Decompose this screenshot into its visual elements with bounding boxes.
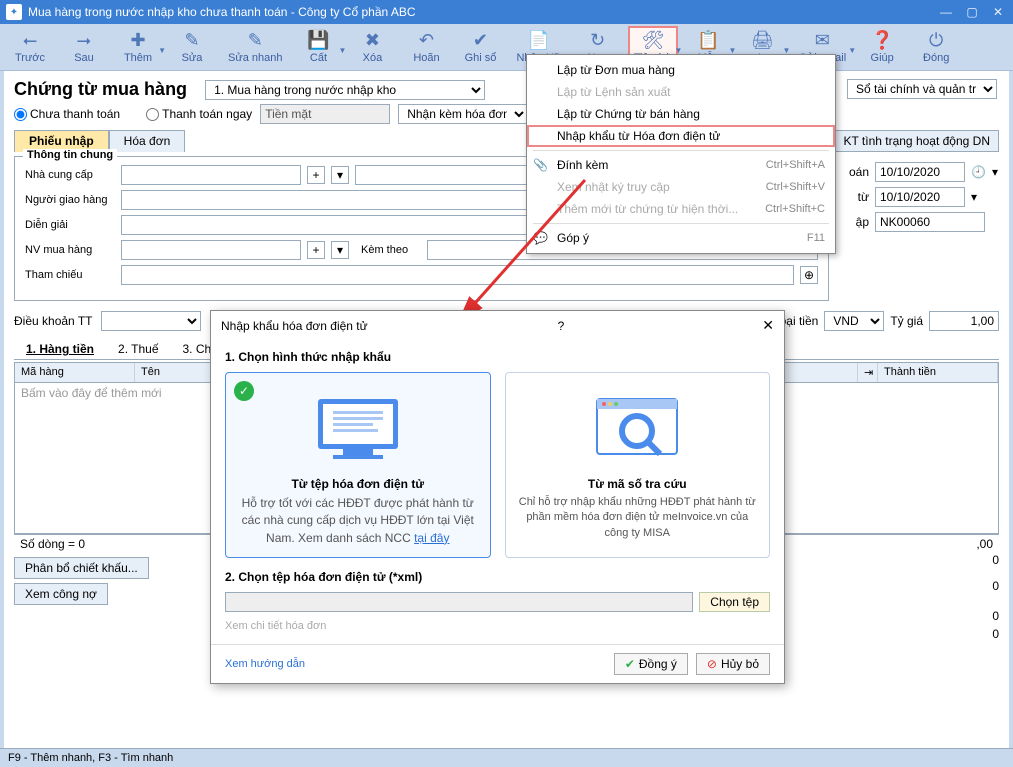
purchase-type-select[interactable]: 1. Mua hàng trong nước nhập kho bbox=[205, 80, 485, 100]
menu-item[interactable]: Nhập khẩu từ Hóa đơn điện tử bbox=[527, 125, 835, 147]
check-status-button[interactable]: KT tình trạng hoạt động DN bbox=[834, 130, 999, 152]
page-title: Chứng từ mua hàng bbox=[14, 79, 187, 100]
terms-label: Điều khoản TT bbox=[14, 314, 93, 328]
import-from-file-card[interactable]: ✓ Từ tệp hóa đơn điện tử Hỗ trợ tốt với … bbox=[225, 372, 491, 558]
toolbar-edit-button[interactable]: ✎Sửa bbox=[170, 28, 214, 66]
rowcount-label: Số dòng = 0 bbox=[20, 537, 85, 551]
currency-select[interactable]: VND bbox=[824, 311, 884, 331]
toolbar-next-button[interactable]: ⭢Sau bbox=[62, 28, 106, 66]
import-from-code-card[interactable]: Từ mã số tra cứu Chỉ hỗ trợ nhập khẩu nh… bbox=[505, 372, 771, 558]
window-title: Mua hàng trong nước nhập kho chưa thanh … bbox=[28, 5, 416, 19]
toolbar-cut-button[interactable]: 💾Cất▼ bbox=[296, 28, 340, 66]
reference-add-button[interactable]: ⊕ bbox=[800, 266, 818, 284]
cancel-button[interactable]: ⊘Hủy bỏ bbox=[696, 653, 770, 675]
utilities-menu: Lập từ Đơn mua hàngLập từ Lệnh sản xuấtL… bbox=[526, 54, 836, 254]
guide-link[interactable]: Xem hướng dẫn bbox=[225, 658, 305, 670]
supplier-dropdown[interactable]: ▾ bbox=[331, 166, 349, 184]
menu-item: Thêm mới từ chứng từ hiện thời...Ctrl+Sh… bbox=[527, 198, 835, 220]
terms-select[interactable] bbox=[101, 311, 201, 331]
check-icon: ✓ bbox=[234, 381, 254, 401]
rate-input[interactable] bbox=[929, 311, 999, 331]
view-detail-link[interactable]: Xem chi tiết hóa đơn bbox=[225, 620, 326, 632]
menu-item[interactable]: 📎Đính kèmCtrl+Shift+A bbox=[527, 154, 835, 176]
buyer-dropdown[interactable]: ▾ bbox=[331, 241, 349, 259]
voucher-date-input[interactable] bbox=[875, 187, 965, 207]
toolbar-undo-button[interactable]: ↶Hoãn bbox=[404, 28, 448, 66]
supplier-add-button[interactable]: + bbox=[307, 166, 325, 184]
maximize-button[interactable]: ▢ bbox=[963, 5, 981, 19]
reference-input[interactable] bbox=[121, 265, 794, 285]
buyer-add-button[interactable]: + bbox=[307, 241, 325, 259]
clock-icon[interactable]: 🕘 bbox=[971, 165, 986, 179]
paid-radio[interactable]: Thanh toán ngay bbox=[146, 107, 252, 121]
ok-button[interactable]: ✔Đồng ý bbox=[614, 653, 688, 675]
menu-item[interactable]: Lập từ Đơn mua hàng bbox=[527, 59, 835, 81]
menu-item: Xem nhật ký truy cậpCtrl+Shift+V bbox=[527, 176, 835, 198]
dialog-help-button[interactable]: ? bbox=[558, 319, 565, 333]
close-window-button[interactable]: ✕ bbox=[989, 5, 1007, 19]
unpaid-radio[interactable]: Chưa thanh toán bbox=[14, 107, 120, 121]
file-path-input bbox=[225, 592, 693, 612]
toolbar-del-button[interactable]: ✖Xóa bbox=[350, 28, 394, 66]
toolbar-add-button[interactable]: ✚Thêm▼ bbox=[116, 28, 160, 66]
tab-invoice[interactable]: Hóa đơn bbox=[109, 130, 186, 152]
subtab-tax[interactable]: 2. Thuế bbox=[106, 339, 170, 359]
buyer-input[interactable] bbox=[121, 240, 301, 260]
app-icon: ✦ bbox=[6, 4, 22, 20]
invoice-mode-select[interactable]: Nhận kèm hóa đơn bbox=[398, 104, 528, 124]
toolbar-quick-button[interactable]: ✎Sửa nhanh bbox=[224, 28, 286, 66]
choose-file-button[interactable]: Chọn tệp bbox=[699, 592, 770, 612]
toolbar-post-button[interactable]: ✔Ghi sổ bbox=[458, 28, 502, 66]
status-bar: F9 - Thêm nhanh, F3 - Tìm nhanh bbox=[0, 748, 1013, 767]
discount-button[interactable]: Phân bổ chiết khấu... bbox=[14, 557, 149, 579]
pay-method-input bbox=[260, 104, 390, 124]
subtab-money[interactable]: 1. Hàng tiền bbox=[14, 339, 106, 359]
provider-list-link[interactable]: tại đây bbox=[414, 531, 449, 545]
toolbar-help-button[interactable]: ❓Giúp bbox=[860, 28, 904, 66]
menu-item[interactable]: Lập từ Chứng từ bán hàng bbox=[527, 103, 835, 125]
date1-dropdown[interactable]: ▾ bbox=[992, 165, 998, 179]
group-legend: Thông tin chung bbox=[23, 149, 117, 161]
menu-item[interactable]: 💬Góp ýF11 bbox=[527, 227, 835, 249]
menu-item: Lập từ Lệnh sản xuất bbox=[527, 81, 835, 103]
voucher-code-input[interactable] bbox=[875, 212, 985, 232]
book-select[interactable]: Sổ tài chính và quản trị bbox=[847, 79, 997, 99]
accounting-date-input[interactable] bbox=[875, 162, 965, 182]
minimize-button[interactable]: — bbox=[937, 5, 955, 19]
toolbar-close-button[interactable]: ⏻Đóng bbox=[914, 28, 958, 66]
import-einvoice-dialog: Nhập khẩu hóa đơn điện tử ? ✕ 1. Chọn hì… bbox=[210, 310, 785, 684]
supplier-input[interactable] bbox=[121, 165, 301, 185]
debt-button[interactable]: Xem công nợ bbox=[14, 583, 108, 605]
dialog-title: Nhập khẩu hóa đơn điện tử bbox=[221, 319, 368, 333]
toolbar-prev-button[interactable]: ⭠Trước bbox=[8, 28, 52, 66]
dialog-close-button[interactable]: ✕ bbox=[762, 317, 774, 334]
date2-dropdown[interactable]: ▾ bbox=[971, 190, 977, 204]
